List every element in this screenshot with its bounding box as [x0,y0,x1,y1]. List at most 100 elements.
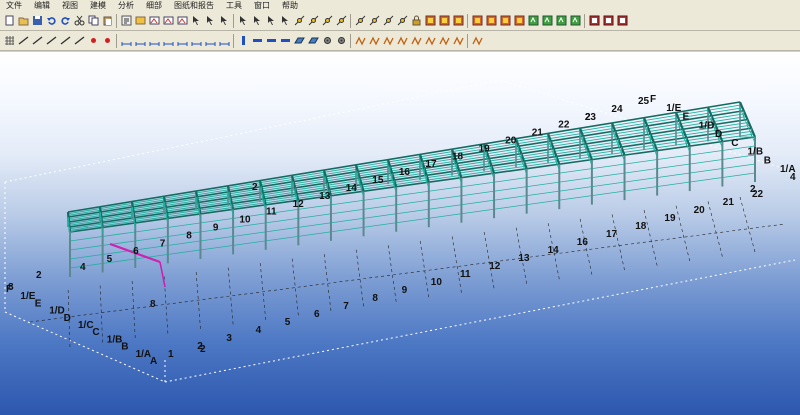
gridline-number-label: 10 [239,215,251,226]
view-icon[interactable] [177,15,188,26]
line-icon[interactable] [74,35,85,46]
menu-item-4[interactable]: 分析 [112,0,140,11]
select-icon[interactable] [252,15,263,26]
model-3d-view[interactable]: 1 2 3 4 5 6 7 8 9 10 11 12 13 14 16 17 18 19 20 21 22 4 5 6 7 8 9 1… [0,52,800,415]
snap-icon[interactable] [397,15,408,26]
cut-icon[interactable] [74,15,85,26]
snap-icon[interactable] [383,15,394,26]
open-folder-icon[interactable] [18,15,29,26]
point-icon[interactable] [88,35,99,46]
report-icon[interactable] [603,15,614,26]
ground-grid-line [611,214,625,271]
column-icon[interactable] [238,35,249,46]
weld-icon[interactable] [382,35,394,46]
weld-icon[interactable] [471,35,483,46]
drawing-icon[interactable] [528,15,539,26]
view-icon[interactable] [149,15,160,26]
snap-icon[interactable] [336,15,347,26]
paste-icon[interactable] [102,15,113,26]
beam-icon[interactable] [252,35,263,46]
menu-item-7[interactable]: 工具 [220,0,248,11]
bolt-icon[interactable] [322,35,333,46]
component-icon[interactable] [439,15,450,26]
beam-icon[interactable] [266,35,277,46]
line-icon[interactable] [32,35,43,46]
plate-icon[interactable] [307,35,319,46]
open-model-icon[interactable] [135,15,146,26]
gridline-number-label: 19 [664,213,676,224]
drawing-icon[interactable] [542,15,553,26]
weld-icon[interactable] [410,35,422,46]
copy-icon[interactable] [88,15,99,26]
gridline-number-label: 1 [168,349,174,360]
measure-icon[interactable] [191,35,202,46]
gridline-number-label: 3 [226,333,232,344]
measure-icon[interactable] [121,35,132,46]
component-icon[interactable] [486,15,497,26]
snap-icon[interactable] [322,15,333,26]
line-icon[interactable] [46,35,57,46]
roof-purlin [67,101,741,213]
undo-icon[interactable] [46,15,57,26]
select-icon[interactable] [280,15,291,26]
drawing-icon[interactable] [556,15,567,26]
menu-item-5[interactable]: 细部 [140,0,168,11]
select-icon[interactable] [238,15,249,26]
grid-icon[interactable] [4,35,15,46]
select-icon[interactable] [219,15,230,26]
redo-icon[interactable] [60,15,71,26]
steel-frame-model[interactable]: 1234567891011121314161718192021224567891… [0,52,800,415]
component-icon[interactable] [500,15,511,26]
menu-item-1[interactable]: 编辑 [28,0,56,11]
weld-icon[interactable] [452,35,464,46]
gridline-number-label: 18 [635,221,647,232]
menu-item-9[interactable]: 帮助 [276,0,304,11]
measure-icon[interactable] [163,35,174,46]
menu-item-0[interactable]: 文件 [0,0,28,11]
report-icon[interactable] [589,15,600,26]
drawing-icon[interactable] [570,15,581,26]
menu-item-2[interactable]: 视图 [56,0,84,11]
view-icon[interactable] [163,15,174,26]
gridline-number-label: 8 [372,293,378,304]
measure-icon[interactable] [135,35,146,46]
select-icon[interactable] [191,15,202,26]
snap-icon[interactable] [294,15,305,26]
plate-icon[interactable] [293,35,305,46]
menu-item-6[interactable]: 图纸和报告 [168,0,220,11]
weld-icon[interactable] [424,35,436,46]
gridline-number-label: 18 [452,151,464,162]
gridline-letter-label: 1/B [107,334,123,345]
weld-icon[interactable] [438,35,450,46]
component-icon[interactable] [514,15,525,26]
properties-icon[interactable] [121,15,132,26]
gridline-number-label: 17 [425,159,437,170]
snap-icon[interactable] [308,15,319,26]
weld-icon[interactable] [354,35,366,46]
component-icon[interactable] [425,15,436,26]
weld-icon[interactable] [396,35,408,46]
menu-item-3[interactable]: 建模 [84,0,112,11]
component-icon[interactable] [453,15,464,26]
line-icon[interactable] [18,35,29,46]
component-icon[interactable] [472,15,483,26]
save-icon[interactable] [32,15,43,26]
menu-item-8[interactable]: 窗口 [248,0,276,11]
ground-grid-line [675,205,691,262]
lock-icon[interactable] [411,15,422,26]
line-icon[interactable] [60,35,71,46]
select-icon[interactable] [205,15,216,26]
measure-icon[interactable] [177,35,188,46]
new-file-icon[interactable] [4,15,15,26]
measure-icon[interactable] [205,35,216,46]
select-icon[interactable] [266,15,277,26]
report-icon[interactable] [617,15,628,26]
snap-icon[interactable] [369,15,380,26]
measure-icon[interactable] [149,35,160,46]
bolt-icon[interactable] [336,35,347,46]
snap-icon[interactable] [355,15,366,26]
point-icon[interactable] [102,35,113,46]
beam-icon[interactable] [280,35,291,46]
measure-icon[interactable] [219,35,230,46]
weld-icon[interactable] [368,35,380,46]
